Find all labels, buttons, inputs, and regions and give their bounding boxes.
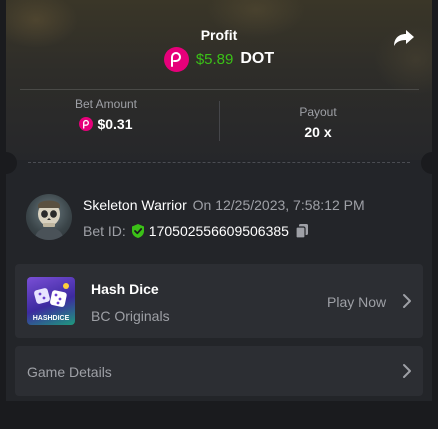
payout-stat: Payout 20 x xyxy=(218,97,418,140)
bet-id-value: 170502556609506385 xyxy=(148,223,289,239)
bet-amount-value: $0.31 xyxy=(97,116,133,132)
polkadot-coin-icon xyxy=(163,46,189,72)
polkadot-coin-icon xyxy=(79,117,94,131)
payout-value: 20 x xyxy=(304,124,332,140)
shield-check-icon xyxy=(131,223,145,239)
bet-id-label: Bet ID: xyxy=(83,223,126,239)
bet-id-line: Bet ID: 170502556609506385 xyxy=(83,223,309,239)
game-details-label: Game Details xyxy=(27,364,112,380)
hash-dice-thumbnail: HASHDICE xyxy=(27,277,75,325)
ticket-notch-right xyxy=(421,152,432,174)
payout-value-row: 20 x xyxy=(218,124,418,140)
bet-amount-value-row: $0.31 xyxy=(6,116,206,132)
profit-label: Profit xyxy=(200,27,238,43)
share-arrow-icon[interactable] xyxy=(392,26,416,50)
game-provider: BC Originals xyxy=(91,308,170,324)
user-row: Skeleton Warrior On 12/25/2023, 7:58:12 … xyxy=(26,194,416,242)
payout-label: Payout xyxy=(299,105,337,119)
play-now-button[interactable]: Play Now xyxy=(327,294,386,310)
bet-amount-stat: Bet Amount $0.31 xyxy=(6,97,206,132)
thumbnail-logo-text: HASHDICE xyxy=(32,315,70,322)
chevron-right-icon xyxy=(402,363,412,379)
avatar[interactable] xyxy=(26,194,72,240)
bet-details-card: Profit $5.89 DOT Bet Amount $0.31 Payout… xyxy=(6,0,432,401)
profit-amount: $5.89 xyxy=(195,50,234,68)
header-divider xyxy=(20,89,419,90)
user-info-line: Skeleton Warrior On 12/25/2023, 7:58:12 … xyxy=(83,197,365,213)
game-title: Hash Dice xyxy=(91,281,159,297)
user-name[interactable]: Skeleton Warrior xyxy=(83,197,187,213)
game-details-row[interactable]: Game Details xyxy=(15,346,423,396)
game-link-panel[interactable]: HASHDICE Hash Dice BC Originals Play Now xyxy=(15,264,423,338)
bet-date: On 12/25/2023, 7:58:12 PM xyxy=(192,197,365,213)
profit-row: $5.89 DOT xyxy=(6,46,432,72)
profit-currency: DOT xyxy=(240,50,275,67)
dashed-separator xyxy=(28,162,410,163)
chevron-right-icon xyxy=(402,293,412,309)
bet-amount-label: Bet Amount xyxy=(74,97,138,111)
copy-icon[interactable] xyxy=(295,223,309,239)
